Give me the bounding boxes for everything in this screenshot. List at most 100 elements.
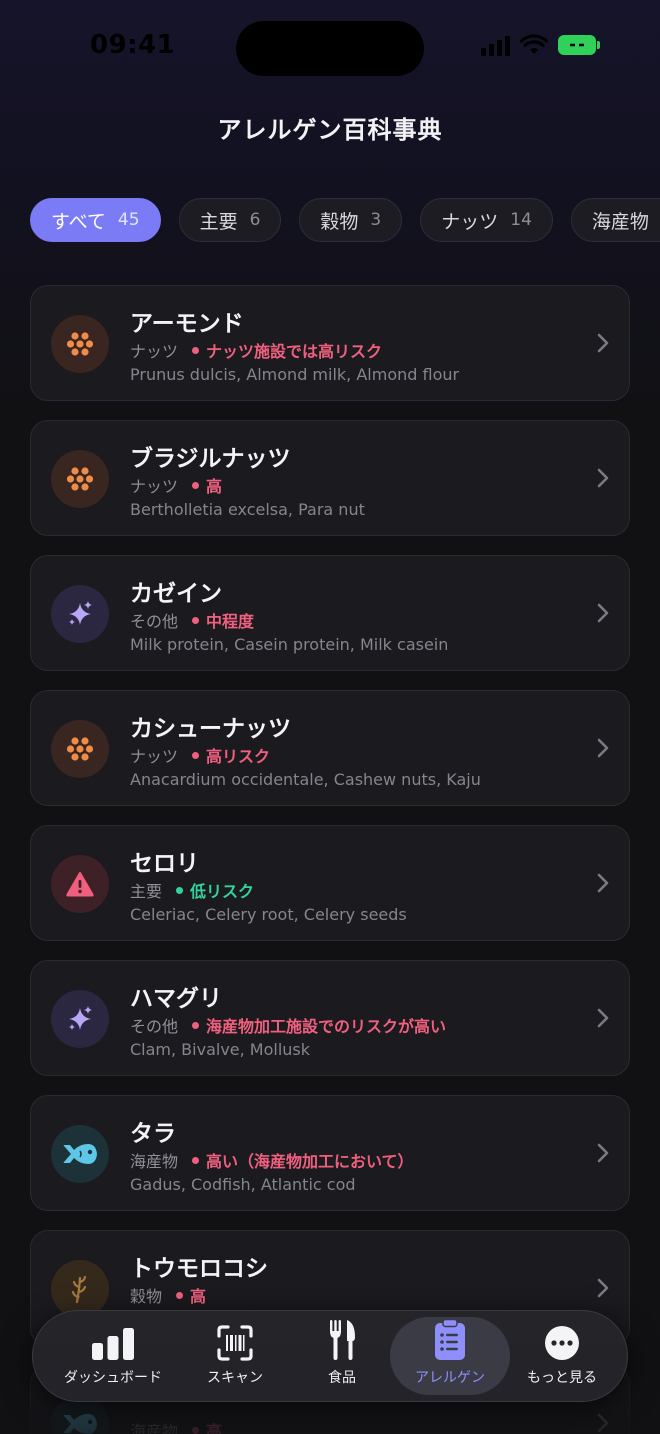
allergen-card-cashew[interactable]: カシューナッツ ナッツ 高リスク Anacardium occidentale,… [30,690,630,806]
filter-chip-major[interactable]: 主要 6 [178,198,282,242]
chevron-right-icon [597,1278,609,1298]
screen: 09:41 アレルゲン百科事典 すべて 45 主要 6 穀物 3 ナッツ 14 … [0,0,660,1434]
fish-icon [51,1125,109,1183]
allergen-aliases: Prunus dulcis, Almond milk, Almond flour [130,365,460,384]
allergen-category: 主要 [130,882,163,901]
filter-chips: すべて 45 主要 6 穀物 3 ナッツ 14 海産物 10 [30,198,660,242]
allergen-category: 海産物 [130,1152,179,1171]
allergen-name: トウモロコシ [130,1256,268,1282]
cellular-signal-icon [481,34,510,56]
tab-label: アレルゲン [415,1370,485,1386]
risk-dot [192,346,200,354]
allergen-category: その他 [130,612,179,631]
chip-label: すべて [51,210,106,233]
chip-count: 6 [249,210,261,230]
more-icon [544,1317,580,1361]
allergen-category: ナッツ [130,477,179,496]
status-time: 09:41 [90,30,176,60]
allergen-name: カゼイン [130,581,222,607]
allergen-meta: ナッツ 高リスク [130,743,270,767]
chevron-right-icon [597,873,609,893]
status-icons [481,34,600,56]
risk-label: 高 [206,1422,223,1434]
chip-count: 3 [370,210,382,230]
risk-dot [192,1021,200,1029]
allergen-card-almond[interactable]: アーモンド ナッツ ナッツ施設では高リスク Prunus dulcis, Alm… [30,285,630,401]
risk-label: 高い（海産物加工において） [206,1152,414,1171]
risk-label: 中程度 [206,612,255,631]
allergen-category: 海産物 [130,1422,179,1434]
allergen-card-casein[interactable]: カゼイン その他 中程度 Milk protein, Casein protei… [30,555,630,671]
warning-icon [51,855,109,913]
chip-count: 45 [117,210,140,230]
allergen-name: セロリ [130,851,199,877]
risk-label: 高 [190,1287,207,1306]
chevron-right-icon [597,603,609,623]
allergen-meta: その他 海産物加工施設でのリスクが高い [130,1013,446,1037]
tab-food[interactable]: 食品 [287,1317,397,1395]
battery-icon [558,35,600,55]
filter-chip-seafood[interactable]: 海産物 10 [570,198,660,242]
tab-label: スキャン [207,1370,263,1386]
tab-dashboard[interactable]: ダッシュボード [55,1317,171,1395]
allergen-meta: ナッツ ナッツ施設では高リスク [130,338,382,362]
chip-label: 主要 [199,210,238,233]
allergen-card-celery[interactable]: セロリ 主要 低リスク Celeriac, Celery root, Celer… [30,825,630,941]
risk-label: 海産物加工施設でのリスクが高い [206,1017,447,1036]
tab-bar: ダッシュボード スキャン 食品 アレルゲン もっと見る [32,1310,628,1402]
chevron-right-icon [597,1008,609,1028]
tab-label: もっと見る [527,1370,597,1386]
allergen-name: タラ [130,1121,176,1147]
chevron-right-icon [597,1143,609,1163]
filter-chip-grain[interactable]: 穀物 3 [299,198,403,242]
sparkle-icon [51,585,109,643]
risk-label: 高 [206,477,223,496]
chevron-right-icon [597,468,609,488]
barcode-scan-icon [217,1317,253,1361]
allergen-aliases: Milk protein, Casein protein, Milk casei… [130,635,449,654]
allergen-category: ナッツ [130,747,179,766]
allergen-aliases: Celeriac, Celery root, Celery seeds [130,905,407,924]
nut-icon [51,720,109,778]
allergen-category: その他 [130,1017,179,1036]
tab-label: 食品 [328,1370,356,1386]
allergen-card-clam[interactable]: ハマグリ その他 海産物加工施設でのリスクが高い Clam, Bivalve, … [30,960,630,1076]
allergen-category: ナッツ [130,342,179,361]
chip-label: 海産物 [591,210,649,233]
risk-dot [192,481,200,489]
chevron-right-icon [597,1413,609,1433]
allergen-meta: 海産物 高 [130,1418,222,1434]
clipboard-list-icon [434,1317,466,1361]
risk-label: ナッツ施設では高リスク [206,342,383,361]
nut-icon [51,450,109,508]
allergen-meta: ナッツ 高 [130,473,222,497]
allergen-aliases: Bertholletia excelsa, Para nut [130,500,365,519]
allergen-card-cod[interactable]: タラ 海産物 高い（海産物加工において） Gadus, Codfish, Atl… [30,1095,630,1211]
allergen-name: ブラジルナッツ [130,446,291,472]
allergen-name: ハマグリ [130,986,222,1012]
risk-dot [192,1156,200,1164]
allergen-aliases: Gadus, Codfish, Atlantic cod [130,1175,356,1194]
tab-more[interactable]: もっと見る [507,1317,617,1395]
allergen-card-brazil-nut[interactable]: ブラジルナッツ ナッツ 高 Bertholletia excelsa, Para… [30,420,630,536]
tab-scan[interactable]: スキャン [179,1317,291,1395]
chevron-right-icon [597,333,609,353]
sparkle-icon [51,990,109,1048]
tab-label: ダッシュボード [64,1370,162,1386]
chip-label: 穀物 [320,210,359,233]
allergen-category: 穀物 [130,1287,163,1306]
allergen-aliases: Anacardium occidentale, Cashew nuts, Kaj… [130,770,481,789]
bar-chart-icon [91,1317,135,1361]
tab-allergen[interactable]: アレルゲン [390,1317,510,1395]
nut-icon [51,315,109,373]
allergen-meta: 主要 低リスク [130,878,254,902]
filter-chip-all[interactable]: すべて 45 [30,198,161,242]
chevron-right-icon [597,738,609,758]
risk-dot [192,1426,200,1434]
page-title: アレルゲン百科事典 [217,116,443,144]
allergen-meta: その他 中程度 [130,608,254,632]
risk-label: 高リスク [206,747,271,766]
filter-chip-nuts[interactable]: ナッツ 14 [420,198,553,242]
allergen-aliases: Clam, Bivalve, Mollusk [130,1040,311,1059]
fork-knife-icon [328,1317,356,1361]
